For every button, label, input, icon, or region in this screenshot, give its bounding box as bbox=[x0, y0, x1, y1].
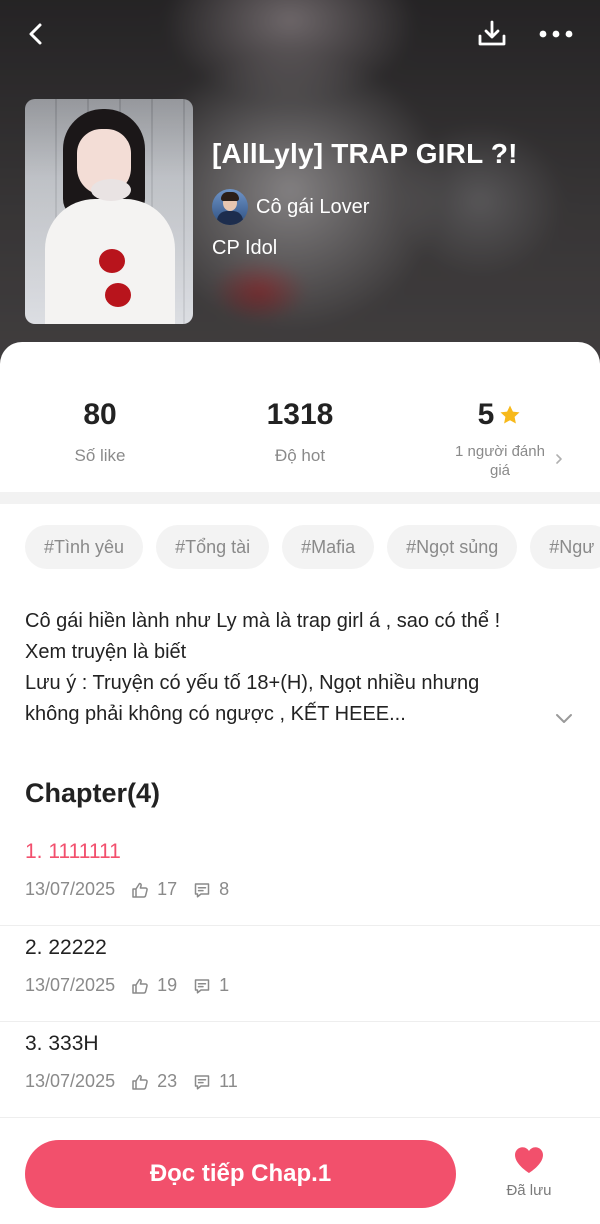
star-icon bbox=[498, 403, 522, 427]
tag-chip[interactable]: #Ngư bbox=[530, 525, 600, 569]
likes-label: Số like bbox=[74, 446, 126, 465]
tag-chip[interactable]: #Ngọt sủng bbox=[387, 525, 518, 569]
chapter-date: 13/07/2025 bbox=[25, 1071, 116, 1091]
chapter-comment-count: 1 bbox=[219, 975, 230, 995]
chapter-like-count: 17 bbox=[157, 879, 178, 899]
chapter-meta: 13/07/2025 19 1 bbox=[25, 975, 229, 996]
chapter-date: 13/07/2025 bbox=[25, 879, 116, 899]
description-line: Xem truyện là biết bbox=[25, 641, 187, 663]
chapter-date: 13/07/2025 bbox=[25, 975, 116, 995]
chapter-item[interactable]: 3. 333H 13/07/2025 23 11 bbox=[0, 1022, 600, 1118]
rating-stat[interactable]: 5 1 người đánh giá bbox=[400, 396, 600, 480]
description-line: Cô gái hiền lành như Ly mà là trap girl … bbox=[25, 610, 501, 632]
back-arrow-icon bbox=[29, 23, 42, 45]
back-button[interactable] bbox=[16, 14, 56, 54]
chapter-meta: 13/07/2025 23 11 bbox=[25, 1071, 238, 1092]
story-title: [AllLyly] TRAP GIRL ?! bbox=[212, 138, 518, 169]
hero-header: [AllLyly] TRAP GIRL ?! Cô gái Lover CP I… bbox=[0, 0, 600, 372]
chevron-down-icon bbox=[556, 714, 572, 723]
tag-chip[interactable]: #Tình yêu bbox=[25, 525, 144, 569]
hot-label: Độ hot bbox=[274, 446, 326, 465]
heart-icon bbox=[515, 1147, 543, 1173]
chapter-title: 2. 22222 bbox=[25, 936, 107, 959]
section-divider bbox=[0, 492, 600, 504]
thumbs-up-icon bbox=[131, 881, 149, 899]
download-button[interactable] bbox=[472, 14, 512, 54]
save-story-button[interactable]: Đã lưu bbox=[490, 1144, 568, 1214]
chevron-right-icon bbox=[556, 454, 562, 464]
hot-stat: 1318 Độ hot bbox=[200, 396, 400, 466]
chapter-item[interactable]: 1. 1111111 13/07/2025 17 8 bbox=[0, 830, 600, 926]
bottom-action-bar: Đọc tiếp Chap.1 Đã lưu bbox=[0, 1124, 600, 1224]
comment-icon bbox=[193, 977, 211, 995]
comment-icon bbox=[193, 1073, 211, 1091]
chapter-like-count: 19 bbox=[157, 975, 178, 995]
chapter-comment-count: 11 bbox=[219, 1071, 238, 1091]
tag-chip[interactable]: #Tổng tài bbox=[156, 525, 270, 569]
hot-count: 1318 bbox=[266, 398, 334, 431]
rating-label: 1 người đánh giá bbox=[455, 443, 545, 479]
chapter-title: 3. 333H bbox=[25, 1032, 99, 1055]
chapter-comment-count: 8 bbox=[219, 879, 230, 899]
likes-count: 80 bbox=[83, 398, 117, 431]
story-category[interactable]: CP Idol bbox=[212, 237, 277, 260]
author-name: Cô gái Lover bbox=[256, 195, 370, 218]
chapter-list: 1. 1111111 13/07/2025 17 8 2. 22222 13/0… bbox=[0, 830, 600, 1118]
story-details-sheet: 80 Số like 1318 Độ hot 5 1 người đánh gi… bbox=[0, 342, 600, 1224]
rating-value: 5 bbox=[477, 398, 495, 431]
story-description: Cô gái hiền lành như Ly mà là trap girl … bbox=[25, 606, 545, 730]
download-icon bbox=[478, 20, 506, 46]
continue-reading-button[interactable]: Đọc tiếp Chap.1 bbox=[25, 1140, 456, 1208]
comment-icon bbox=[193, 881, 211, 899]
more-options-button[interactable] bbox=[536, 14, 576, 54]
chapter-like-count: 23 bbox=[157, 1071, 178, 1091]
more-icon bbox=[539, 30, 573, 38]
chapter-title: 1. 1111111 bbox=[25, 840, 121, 863]
tag-list: #Tình yêu #Tổng tài #Mafia #Ngọt sủng #N… bbox=[25, 525, 600, 569]
save-label: Đã lưu bbox=[506, 1182, 552, 1199]
description-line: không phải không có ngược , KẾT HEEE... bbox=[25, 703, 406, 725]
likes-stat: 80 Số like bbox=[0, 396, 200, 466]
thumbs-up-icon bbox=[131, 1073, 149, 1091]
chapter-item[interactable]: 2. 22222 13/07/2025 19 1 bbox=[0, 926, 600, 1022]
description-line: Lưu ý : Truyện có yếu tố 18+(H), Ngọt nh… bbox=[25, 672, 480, 694]
story-cover-image bbox=[25, 99, 193, 324]
author-avatar bbox=[212, 189, 248, 225]
stats-row: 80 Số like 1318 Độ hot 5 1 người đánh gi… bbox=[0, 342, 600, 492]
thumbs-up-icon bbox=[131, 977, 149, 995]
tag-chip[interactable]: #Mafia bbox=[282, 525, 375, 569]
expand-description-button[interactable] bbox=[552, 706, 576, 730]
chapter-list-heading: Chapter(4) bbox=[25, 778, 161, 808]
chapter-meta: 13/07/2025 17 8 bbox=[25, 879, 229, 900]
author-link[interactable]: Cô gái Lover bbox=[212, 189, 369, 225]
